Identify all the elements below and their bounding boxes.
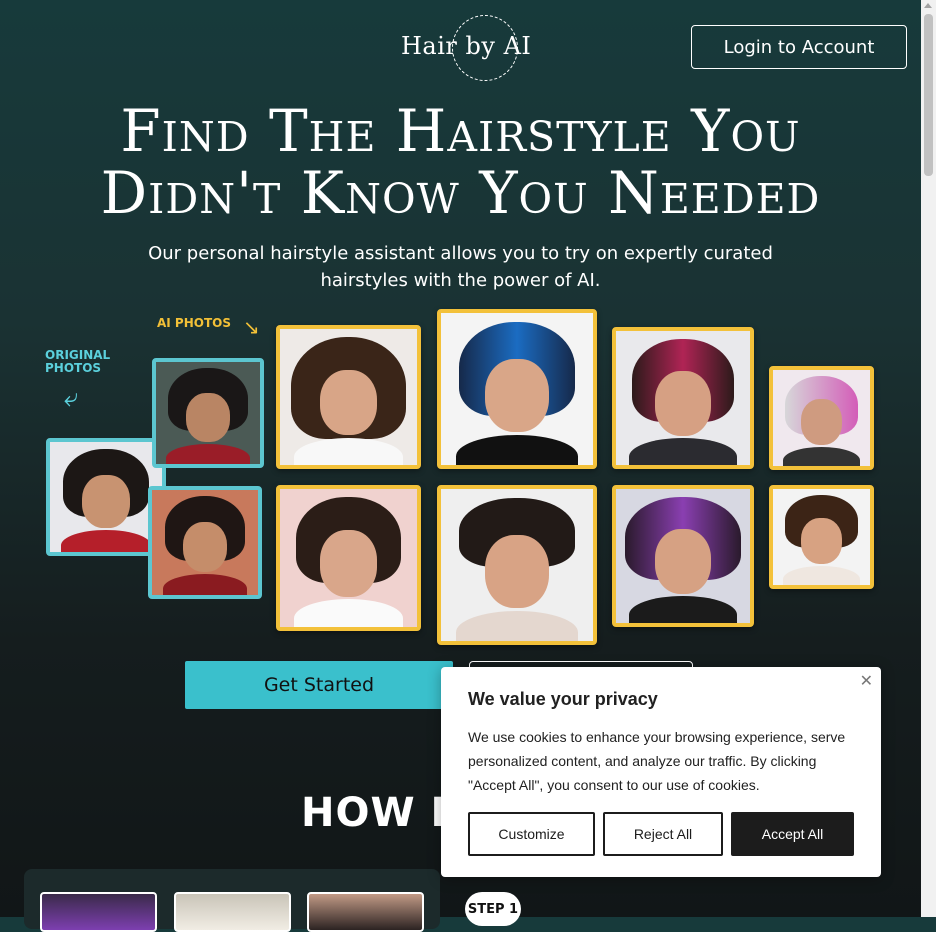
original-photo-3 bbox=[148, 486, 262, 599]
ai-photos-label: AI PHOTOS bbox=[157, 316, 231, 330]
cookie-title: We value your privacy bbox=[468, 689, 658, 709]
ai-photo-7 bbox=[612, 485, 754, 627]
scroll-up-arrow-icon[interactable] bbox=[924, 3, 932, 8]
ai-photo-8 bbox=[769, 485, 874, 589]
example-thumb-1 bbox=[40, 892, 157, 932]
arrow-down-right-icon: ⤶ bbox=[64, 383, 79, 413]
ai-photo-6 bbox=[437, 485, 597, 645]
ai-photo-5 bbox=[276, 485, 421, 631]
original-photos-label: ORIGINAL PHOTOS bbox=[45, 349, 110, 375]
cookie-message: We use cookies to enhance your browsing … bbox=[468, 729, 846, 793]
hero-title-line-1: Find The Hairstyle You bbox=[120, 97, 801, 165]
login-button[interactable]: Login to Account bbox=[691, 25, 907, 69]
accept-all-button[interactable]: Accept All bbox=[731, 812, 854, 856]
close-icon[interactable]: ✕ bbox=[860, 671, 873, 690]
page: Hair by AI Login to Account Find The Hai… bbox=[0, 0, 921, 932]
site-logo[interactable]: Hair by AI bbox=[398, 14, 531, 82]
original-label-line-2: PHOTOS bbox=[45, 361, 102, 375]
hero-title: Find The Hairstyle You Didn't Know You N… bbox=[0, 100, 921, 224]
example-thumb-2 bbox=[174, 892, 291, 932]
vertical-scrollbar[interactable] bbox=[921, 0, 936, 917]
hairstyle-collage: ORIGINAL PHOTOS ⤶ AI PHOTOS ↘ bbox=[40, 305, 880, 650]
get-started-button[interactable]: Get Started bbox=[185, 661, 453, 709]
hero-title-line-2: Didn't Know You Needed bbox=[100, 159, 821, 227]
logo-text: Hair by AI bbox=[401, 32, 532, 60]
hero-subtitle: Our personal hairstyle assistant allows … bbox=[148, 243, 773, 291]
example-thumb-3 bbox=[307, 892, 424, 932]
cookie-consent-dialog: ✕ We value your privacy We use cookies t… bbox=[441, 667, 881, 877]
scrollbar-thumb[interactable] bbox=[924, 14, 933, 176]
reject-all-button[interactable]: Reject All bbox=[603, 812, 723, 856]
ai-photo-1 bbox=[276, 325, 421, 469]
customize-button[interactable]: Customize bbox=[468, 812, 595, 856]
ai-photo-4 bbox=[769, 366, 874, 470]
arrow-right-icon: ↘ bbox=[243, 315, 260, 339]
step-badge: STEP 1 bbox=[465, 892, 521, 926]
ai-photo-2 bbox=[437, 309, 597, 469]
original-photo-2 bbox=[152, 358, 264, 468]
ai-photo-3 bbox=[612, 327, 754, 469]
